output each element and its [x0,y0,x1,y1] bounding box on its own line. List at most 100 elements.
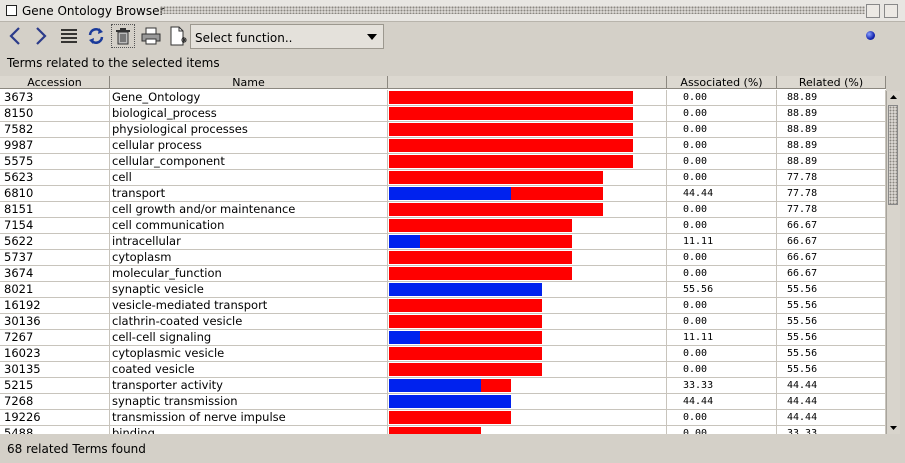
vertical-scrollbar[interactable] [886,91,900,434]
name-cell: binding [110,426,388,434]
bar-cell [388,90,667,106]
forward-button[interactable] [29,24,53,48]
associated-cell: 0.00 [667,314,777,330]
new-document-button[interactable] [166,24,190,48]
associated-cell: 55.56 [667,282,777,298]
associated-cell: 0.00 [667,266,777,282]
title-bar-grip[interactable] [160,6,865,14]
associated-cell: 0.00 [667,218,777,234]
associated-cell: 0.00 [667,298,777,314]
bar-cell [388,410,667,426]
name-cell: intracellular [110,234,388,250]
related-bar [389,347,542,360]
table-row[interactable]: 16023 cytoplasmic vesicle 0.00 55.56 [0,346,886,362]
bar-cell [388,106,667,122]
table-row[interactable]: 5623 cell 0.00 77.78 [0,170,886,186]
related-cell: 55.56 [777,330,886,346]
associated-bar [389,331,420,344]
related-cell: 66.67 [777,250,886,266]
bar-cell [388,138,667,154]
accession-cell: 9987 [0,138,110,154]
scrollbar-thumb[interactable] [888,105,898,205]
table-row[interactable]: 5622 intracellular 11.11 66.67 [0,234,886,250]
accession-cell: 3673 [0,90,110,106]
bar-cell [388,282,667,298]
accession-cell: 7582 [0,122,110,138]
refresh-icon [88,28,104,44]
accession-cell: 5488 [0,426,110,434]
related-bar [389,219,572,232]
table-row[interactable]: 5737 cytoplasm 0.00 66.67 [0,250,886,266]
table-row[interactable]: 30136 clathrin-coated vesicle 0.00 55.56 [0,314,886,330]
terms-table[interactable]: Accession Name Associated (%) Related (%… [0,76,886,434]
column-header-accession[interactable]: Accession [0,76,110,89]
accession-cell: 8151 [0,202,110,218]
table-row[interactable]: 3673 Gene_Ontology 0.00 88.89 [0,90,886,106]
minimize-icon[interactable] [866,4,880,18]
table-row[interactable]: 19226 transmission of nerve impulse 0.00 44… [0,410,886,426]
related-bar [389,139,633,152]
related-cell: 77.78 [777,202,886,218]
related-cell: 55.56 [777,362,886,378]
table-row[interactable]: 16192 vesicle-mediated transport 0.00 55.56 [0,298,886,314]
window-menu-icon[interactable] [6,5,17,16]
column-header-bar[interactable] [388,76,667,89]
name-cell: Gene_Ontology [110,90,388,106]
associated-cell: 0.00 [667,410,777,426]
list-view-button[interactable] [57,24,81,48]
table-row[interactable]: 8150 biological_process 0.00 88.89 [0,106,886,122]
related-cell: 88.89 [777,90,886,106]
delete-button[interactable] [111,24,135,48]
refresh-button[interactable] [84,24,108,48]
table-row[interactable]: 7268 synaptic transmission 44.44 44.44 [0,394,886,410]
associated-bar [389,235,420,248]
back-icon [9,27,20,45]
back-button[interactable] [3,24,27,48]
related-cell: 55.56 [777,282,886,298]
accession-cell: 5737 [0,250,110,266]
related-bar [389,91,633,104]
scroll-down-button[interactable] [887,422,900,434]
print-button[interactable] [139,24,163,48]
table-row[interactable]: 7154 cell communication 0.00 66.67 [0,218,886,234]
table-row[interactable]: 6810 transport 44.44 77.78 [0,186,886,202]
function-select[interactable]: Select function.. [190,24,384,49]
name-cell: transport [110,186,388,202]
maximize-icon[interactable] [884,4,898,18]
table-row[interactable]: 8151 cell growth and/or maintenance 0.00 77… [0,202,886,218]
bar-cell [388,266,667,282]
table-row[interactable]: 7582 physiological processes 0.00 88.89 [0,122,886,138]
table-row[interactable]: 5215 transporter activity 33.33 44.44 [0,378,886,394]
associated-cell: 0.00 [667,154,777,170]
related-cell: 88.89 [777,122,886,138]
table-row[interactable]: 30135 coated vesicle 0.00 55.56 [0,362,886,378]
related-cell: 55.56 [777,346,886,362]
column-header-name[interactable]: Name [110,76,388,89]
table-row[interactable]: 7267 cell-cell signaling 11.11 55.56 [0,330,886,346]
toolbar: Select function.. [0,22,905,51]
related-cell: 44.44 [777,410,886,426]
accession-cell: 8021 [0,282,110,298]
name-cell: synaptic vesicle [110,282,388,298]
table-row[interactable]: 9987 cellular process 0.00 88.89 [0,138,886,154]
table-row[interactable]: 8021 synaptic vesicle 55.56 55.56 [0,282,886,298]
table-row[interactable]: 5488 binding 0.00 33.33 [0,426,886,434]
related-cell: 66.67 [777,266,886,282]
table-row[interactable]: 5575 cellular_component 0.00 88.89 [0,154,886,170]
bar-cell [388,362,667,378]
subtitle: Terms related to the selected items [7,56,220,70]
status-text: 68 related Terms found [7,442,146,456]
column-header-related[interactable]: Related (%) [777,76,886,89]
bar-cell [388,330,667,346]
column-header-associated[interactable]: Associated (%) [667,76,777,89]
trash-icon [116,28,130,45]
table-row[interactable]: 3674 molecular_function 0.00 66.67 [0,266,886,282]
title-bar[interactable]: Gene Ontology Browser [0,0,905,22]
function-select-value: Select function.. [195,31,293,45]
accession-cell: 16023 [0,346,110,362]
bar-cell [388,426,667,434]
bar-cell [388,394,667,410]
associated-cell: 11.11 [667,330,777,346]
scroll-up-button[interactable] [887,91,900,103]
associated-cell: 0.00 [667,250,777,266]
